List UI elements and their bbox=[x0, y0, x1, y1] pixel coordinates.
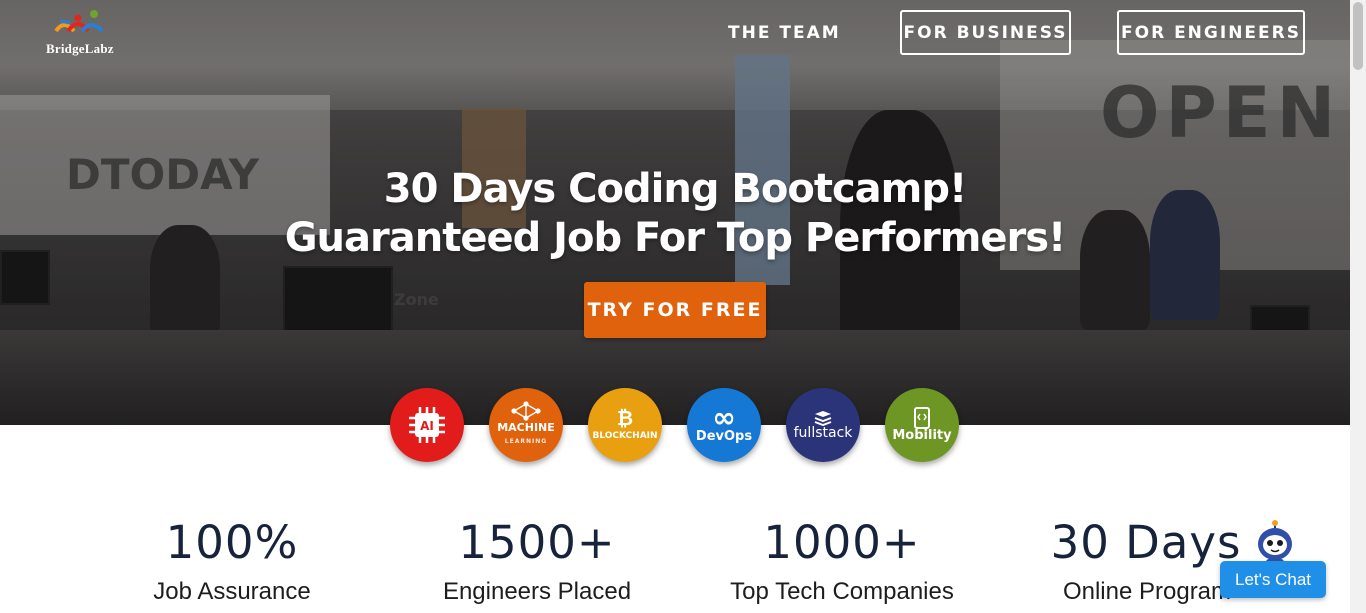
nav-for-business-button[interactable]: FOR BUSINESS bbox=[900, 10, 1071, 55]
course-machine-label: MACHINE bbox=[497, 421, 555, 434]
brand-logo[interactable]: BridgeLabz bbox=[44, 9, 120, 57]
nav-for-engineers-button[interactable]: FOR ENGINEERS bbox=[1117, 10, 1305, 55]
course-ai-label: AI bbox=[420, 419, 434, 433]
lets-chat-button[interactable]: Let's Chat bbox=[1220, 561, 1326, 598]
course-blockchain-badge[interactable]: ₿ BLOCKCHAIN bbox=[588, 388, 662, 462]
course-mobility-label: Mobility bbox=[892, 428, 952, 443]
logo-mark-icon bbox=[54, 10, 104, 33]
course-machine-learning-badge[interactable]: MACHINE LEARNING bbox=[489, 388, 563, 462]
course-blockchain-label: BLOCKCHAIN bbox=[592, 431, 658, 441]
logo-text: BridgeLabz bbox=[46, 41, 114, 56]
hero-overlay bbox=[0, 0, 1350, 425]
stat-label: Job Assurance bbox=[153, 578, 311, 605]
course-fullstack-label: fullstack bbox=[793, 425, 853, 441]
scrollbar-thumb[interactable] bbox=[1353, 2, 1363, 70]
course-devops-label: DevOps bbox=[695, 429, 753, 444]
stat-value: 100% bbox=[165, 516, 299, 569]
stat-value: 1500+ bbox=[458, 516, 616, 569]
try-for-free-button[interactable]: TRY FOR FREE bbox=[584, 282, 766, 338]
nav-the-team[interactable]: THE TEAM bbox=[728, 23, 841, 43]
course-learning-label: LEARNING bbox=[504, 438, 548, 445]
infinity-icon: ∞ bbox=[712, 401, 736, 434]
stat-label: Top Tech Companies bbox=[730, 578, 954, 605]
hero-headline-2: Guaranteed Job For Top Performers! bbox=[284, 215, 1067, 261]
mobile-code-icon bbox=[914, 407, 930, 429]
hero-headline-1: 30 Days Coding Bootcamp! bbox=[383, 166, 967, 212]
stat-value: 1000+ bbox=[763, 516, 921, 569]
course-mobility-badge[interactable]: Mobility bbox=[885, 388, 959, 462]
stat-label: Engineers Placed bbox=[442, 578, 632, 605]
hero-banner: DTODAY OPEN Zone bbox=[0, 0, 1350, 425]
course-fullstack-badge[interactable]: fullstack bbox=[786, 388, 860, 462]
ai-chip-icon: AI bbox=[409, 407, 445, 443]
stack-layers-icon bbox=[814, 411, 832, 426]
course-devops-badge[interactable]: ∞ DevOps bbox=[687, 388, 761, 462]
bitcoin-icon: ₿ bbox=[616, 406, 634, 430]
page: DTODAY OPEN Zone BridgeLabz THE TEAM FOR… bbox=[0, 0, 1366, 613]
course-ai-badge[interactable]: AI bbox=[390, 388, 464, 462]
page-scrollbar[interactable] bbox=[1350, 0, 1366, 613]
neural-network-icon bbox=[511, 401, 541, 421]
